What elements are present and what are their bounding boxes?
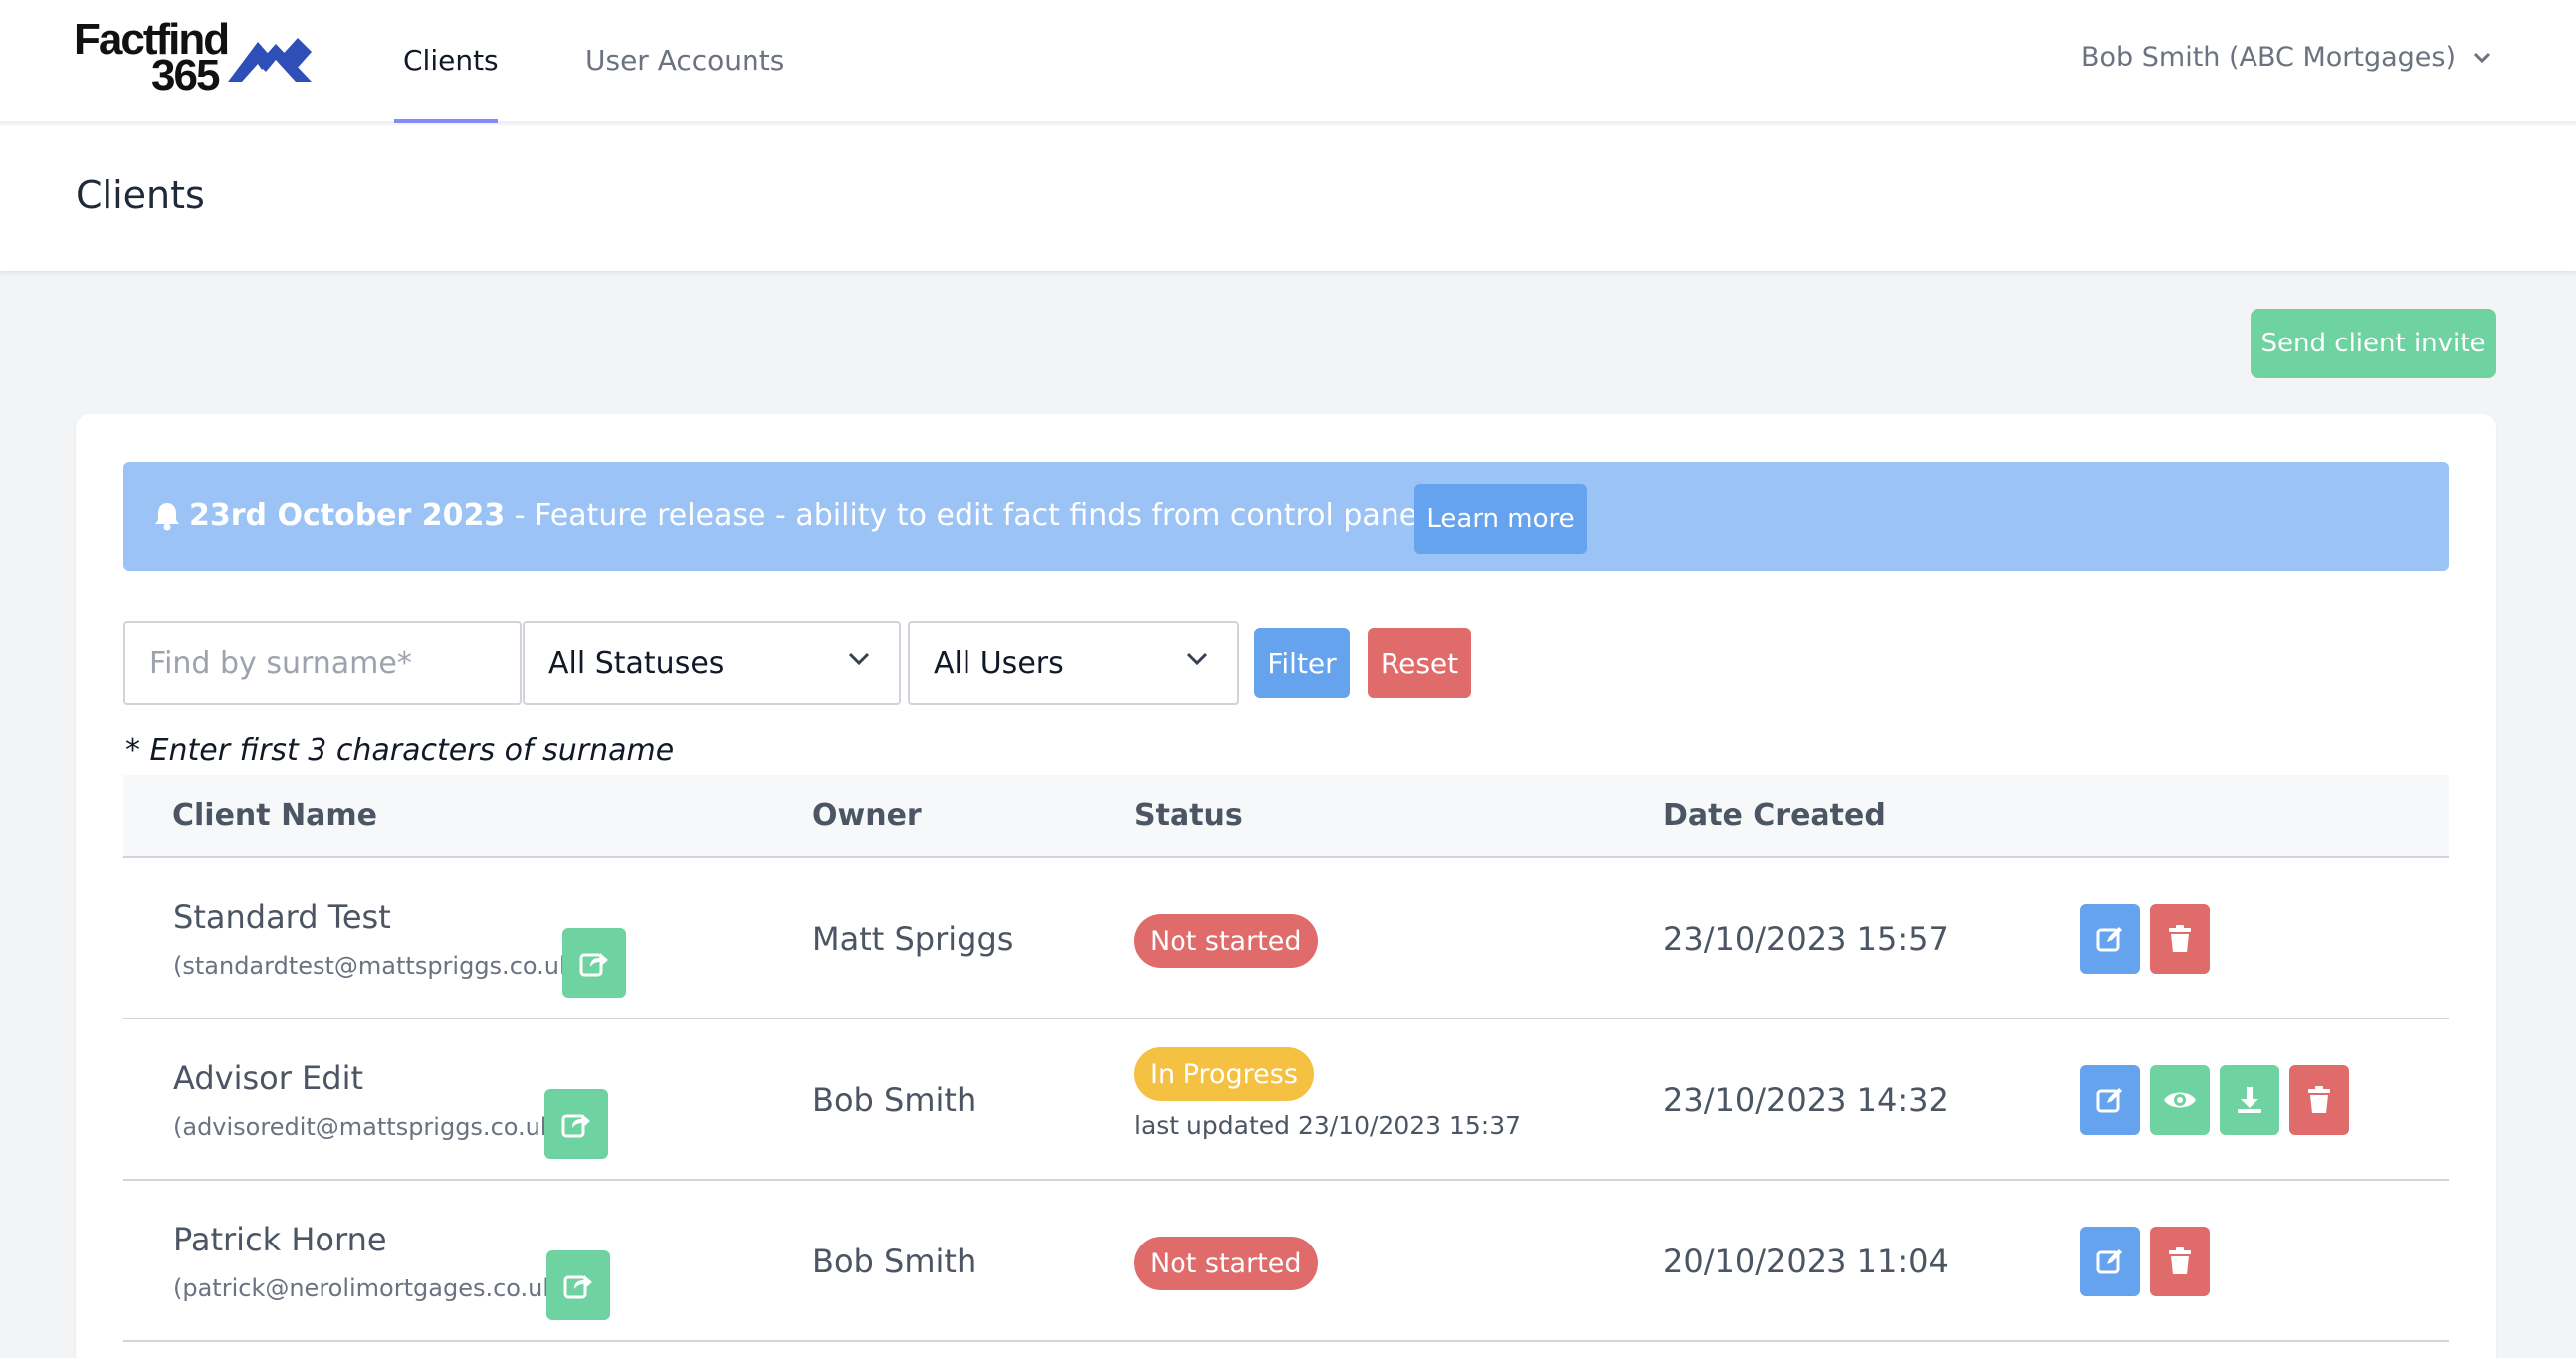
- clients-card: 23rd October 2023 - Feature release - ab…: [76, 414, 2496, 1358]
- column-header-client-name[interactable]: Client Name: [172, 798, 377, 833]
- share-icon: [579, 953, 608, 977]
- logo-mark-icon: [228, 38, 312, 82]
- download-button[interactable]: [2220, 1065, 2279, 1135]
- banner-message: - Feature release - ability to edit fact…: [505, 498, 1436, 533]
- logo-wordmark: Factfind 365: [74, 18, 230, 98]
- table-row: Patrick Horne (patrick@nerolimortgages.c…: [123, 1181, 2449, 1342]
- column-header-owner[interactable]: Owner: [812, 798, 922, 833]
- active-tab-indicator: [394, 119, 498, 123]
- user-menu[interactable]: Bob Smith (ABC Mortgages): [2081, 42, 2491, 73]
- client-email: (advisoredit@mattspriggs.co.uk): [173, 1113, 564, 1141]
- delete-button[interactable]: [2289, 1065, 2349, 1135]
- chevron-down-icon: [2473, 52, 2491, 63]
- send-client-invite-button[interactable]: Send client invite: [2251, 309, 2496, 378]
- filter-button[interactable]: Filter: [1254, 628, 1350, 698]
- date-created: 20/10/2023 11:04: [1663, 1243, 1949, 1280]
- surname-search-input[interactable]: Find by surname*: [123, 621, 522, 705]
- table-row: Standard Test (standardtest@mattspriggs.…: [123, 858, 2449, 1019]
- download-icon: [2238, 1087, 2261, 1113]
- bell-icon: [155, 502, 179, 530]
- client-name[interactable]: Advisor Edit: [173, 1059, 363, 1097]
- user-select-value: All Users: [934, 645, 1064, 681]
- edit-button[interactable]: [2080, 1065, 2140, 1135]
- share-client-button[interactable]: [544, 1089, 608, 1159]
- table-header: Client Name Owner Status Date Created: [123, 775, 2449, 858]
- status-select[interactable]: All Statuses: [523, 621, 901, 705]
- eye-icon: [2164, 1092, 2196, 1108]
- delete-button[interactable]: [2150, 1227, 2210, 1296]
- edit-button[interactable]: [2080, 904, 2140, 974]
- banner-date: 23rd October 2023: [189, 498, 506, 533]
- delete-button[interactable]: [2150, 904, 2210, 974]
- edit-icon: [2096, 1088, 2122, 1113]
- user-menu-label: Bob Smith (ABC Mortgages): [2080, 42, 2456, 73]
- factfind365-logo[interactable]: Factfind 365: [74, 18, 318, 98]
- share-client-button[interactable]: [546, 1250, 610, 1320]
- column-header-date-created[interactable]: Date Created: [1663, 798, 1886, 833]
- status-badge: In Progress: [1134, 1047, 1314, 1101]
- share-icon: [563, 1275, 592, 1299]
- share-icon: [561, 1114, 590, 1138]
- status-badge: Not started: [1134, 1237, 1318, 1290]
- last-updated: last updated 23/10/2023 15:37: [1134, 1111, 1522, 1140]
- column-header-status[interactable]: Status: [1134, 798, 1243, 833]
- owner-name: Matt Spriggs: [812, 920, 1014, 958]
- owner-name: Bob Smith: [812, 1081, 977, 1119]
- client-name[interactable]: Standard Test: [173, 898, 391, 936]
- learn-more-button[interactable]: Learn more: [1414, 484, 1587, 554]
- edit-icon: [2096, 927, 2122, 952]
- edit-button[interactable]: [2080, 1227, 2140, 1296]
- status-badge: Not started: [1134, 914, 1318, 968]
- client-name[interactable]: Patrick Horne: [173, 1221, 387, 1258]
- tab-clients[interactable]: Clients: [403, 44, 499, 77]
- trash-icon: [2169, 925, 2191, 952]
- status-select-value: All Statuses: [548, 645, 725, 681]
- trash-icon: [2169, 1247, 2191, 1274]
- trash-icon: [2308, 1086, 2330, 1113]
- chevron-down-icon: [1186, 652, 1208, 666]
- top-navbar: Factfind 365 Clients User Accounts Bob S…: [0, 0, 2576, 123]
- date-created: 23/10/2023 14:32: [1663, 1081, 1949, 1119]
- tab-user-accounts[interactable]: User Accounts: [585, 44, 784, 77]
- share-client-button[interactable]: [562, 928, 626, 998]
- edit-icon: [2096, 1249, 2122, 1274]
- client-email: (standardtest@mattspriggs.co.uk): [173, 952, 583, 980]
- owner-name: Bob Smith: [812, 1243, 977, 1280]
- page-header: Clients: [0, 125, 2576, 271]
- user-select[interactable]: All Users: [908, 621, 1239, 705]
- view-button[interactable]: [2150, 1065, 2210, 1135]
- table-row: Advisor Edit (advisoredit@mattspriggs.co…: [123, 1019, 2449, 1181]
- chevron-down-icon: [848, 652, 870, 666]
- banner-text: 23rd October 2023 - Feature release - ab…: [153, 498, 1435, 533]
- client-email: (patrick@nerolimortgages.co.uk): [173, 1274, 566, 1302]
- reset-button[interactable]: Reset: [1368, 628, 1471, 698]
- page-title: Clients: [76, 173, 205, 217]
- announcement-banner: 23rd October 2023 - Feature release - ab…: [123, 462, 2449, 571]
- search-hint: * Enter first 3 characters of surname: [125, 733, 675, 768]
- date-created: 23/10/2023 15:57: [1663, 920, 1949, 958]
